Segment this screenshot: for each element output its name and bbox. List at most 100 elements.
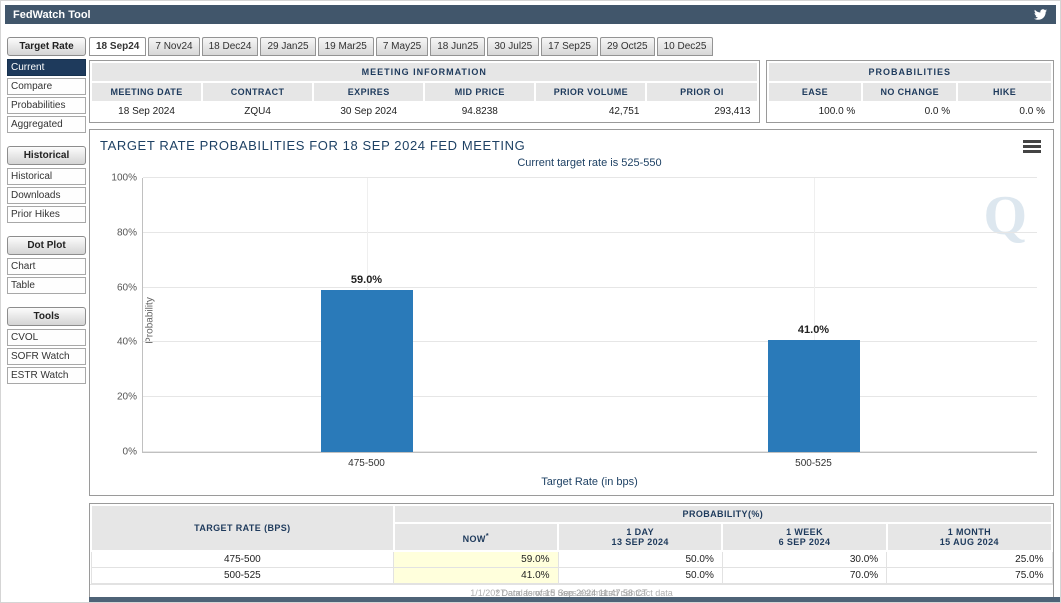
col-header: EASE	[769, 83, 862, 101]
hike-value: 0.0 %	[958, 103, 1051, 120]
meeting-date-tabs: 18 Sep24 7 Nov24 18 Dec24 29 Jan25 19 Ma…	[89, 37, 1054, 56]
twitter-icon[interactable]	[1033, 8, 1048, 21]
probabilities-panel: PROBABILITIES EASE NO CHANGE HIKE 100.0 …	[766, 60, 1055, 123]
meeting-info-headers: MEETING DATE CONTRACT EXPIRES MID PRICE …	[92, 83, 757, 101]
y-tick-label: 20%	[117, 392, 137, 403]
meeting-info-values: 18 Sep 2024 ZQU4 30 Sep 2024 94.8238 42,…	[92, 103, 757, 120]
prior-volume-value: 42,751	[536, 103, 645, 120]
sidebar: Target Rate Current Compare Probabilitie…	[7, 37, 86, 386]
fedwatch-page: FedWatch Tool Target Rate Current Compar…	[0, 0, 1061, 603]
meeting-date-tab[interactable]: 30 Jul25	[487, 37, 539, 56]
contract-value: ZQU4	[203, 103, 312, 120]
chart-title: TARGET RATE PROBABILITIES FOR 18 SEP 202…	[100, 138, 525, 153]
sidebar-item-compare[interactable]: Compare	[7, 78, 86, 95]
col-header: PRIOR VOLUME	[536, 83, 645, 101]
now-cell: 59.0%	[394, 551, 558, 568]
y-tick-label: 100%	[111, 173, 137, 184]
month-cell: 75.0%	[887, 568, 1052, 584]
rate-col-header: TARGET RATE (BPS)	[91, 505, 394, 551]
probabilities-values: 100.0 % 0.0 % 0.0 %	[769, 103, 1052, 120]
col-header: MID PRICE	[425, 83, 534, 101]
sidebar-item-downloads[interactable]: Downloads	[7, 187, 86, 204]
section-tools: Tools	[7, 307, 86, 326]
gridline	[143, 177, 1037, 178]
gridline	[143, 396, 1037, 397]
col-header: MEETING DATE	[92, 83, 201, 101]
meeting-date-tab[interactable]: 18 Jun25	[430, 37, 485, 56]
meeting-info-panel: MEETING INFORMATION MEETING DATE CONTRAC…	[89, 60, 760, 123]
bar-value-label: 41.0%	[798, 324, 829, 336]
y-tick-label: 40%	[117, 337, 137, 348]
sidebar-item-estr-watch[interactable]: ESTR Watch	[7, 367, 86, 384]
quikstrike-watermark-icon: Q	[983, 184, 1027, 248]
bar-value-label: 59.0%	[351, 274, 382, 286]
day-cell: 50.0%	[558, 551, 722, 568]
x-category-label: 475-500	[348, 458, 385, 469]
gridline	[143, 287, 1037, 288]
meeting-date-tab[interactable]: 29 Jan25	[260, 37, 315, 56]
col-header-1day: 1 DAY13 SEP 2024	[558, 523, 722, 551]
meeting-date-tab[interactable]: 19 Mar25	[318, 37, 374, 56]
chart-menu-icon[interactable]	[1023, 140, 1041, 155]
no-change-value: 0.0 %	[863, 103, 956, 120]
day-cell: 50.0%	[558, 568, 722, 584]
meeting-date-tab[interactable]: 17 Sep25	[541, 37, 598, 56]
sidebar-item-chart[interactable]: Chart	[7, 258, 86, 275]
section-dot-plot: Dot Plot	[7, 236, 86, 255]
col-header-1month: 1 MONTH15 AUG 2024	[887, 523, 1052, 551]
bar-500-525[interactable]: 41.0%	[768, 340, 860, 452]
meeting-date-tab[interactable]: 10 Dec25	[657, 37, 714, 56]
meeting-info-title: MEETING INFORMATION	[92, 63, 757, 81]
col-header: HIKE	[958, 83, 1051, 101]
y-tick-label: 80%	[117, 227, 137, 238]
sidebar-item-sofr-watch[interactable]: SOFR Watch	[7, 348, 86, 365]
meeting-date-value: 18 Sep 2024	[92, 103, 201, 120]
app-header: FedWatch Tool	[5, 5, 1056, 24]
sidebar-item-cvol[interactable]: CVOL	[7, 329, 86, 346]
meeting-date-tab[interactable]: 29 Oct25	[600, 37, 655, 56]
main-content: 18 Sep24 7 Nov24 18 Dec24 29 Jan25 19 Ma…	[89, 37, 1054, 603]
meeting-date-tab[interactable]: 7 May25	[376, 37, 428, 56]
meeting-date-tab[interactable]: 18 Sep24	[89, 37, 146, 56]
week-cell: 30.0%	[722, 551, 886, 568]
section-historical: Historical	[7, 146, 86, 165]
sidebar-item-table[interactable]: Table	[7, 277, 86, 294]
expires-value: 30 Sep 2024	[314, 103, 423, 120]
app-title: FedWatch Tool	[13, 9, 91, 21]
section-target-rate: Target Rate	[7, 37, 86, 56]
prior-oi-value: 293,413	[647, 103, 756, 120]
bottom-scrollbar[interactable]	[89, 597, 1060, 602]
mid-price-value: 94.8238	[425, 103, 534, 120]
y-tick-label: 0%	[123, 447, 137, 458]
probability-group-header: PROBABILITY(%)	[394, 505, 1052, 523]
col-header: PRIOR OI	[647, 83, 756, 101]
gridline	[143, 341, 1037, 342]
probabilities-title: PROBABILITIES	[769, 63, 1052, 81]
sidebar-item-current[interactable]: Current	[7, 59, 86, 76]
meeting-date-tab[interactable]: 7 Nov24	[148, 37, 199, 56]
now-cell: 41.0%	[394, 568, 558, 584]
sidebar-item-prior-hikes[interactable]: Prior Hikes	[7, 206, 86, 223]
rate-cell: 475-500	[91, 551, 394, 568]
sidebar-item-historical[interactable]: Historical	[7, 168, 86, 185]
bar-475-500[interactable]: 59.0%	[321, 290, 413, 452]
col-header-now: NOW*	[394, 523, 558, 551]
x-axis-title: Target Rate (in bps)	[142, 476, 1037, 488]
month-cell: 25.0%	[887, 551, 1052, 568]
gridline	[143, 232, 1037, 233]
rate-cell: 500-525	[91, 568, 394, 584]
meeting-date-tab[interactable]: 18 Dec24	[202, 37, 259, 56]
table-row: 500-525 41.0% 50.0% 70.0% 75.0%	[91, 568, 1052, 584]
chart-panel: TARGET RATE PROBABILITIES FOR 18 SEP 202…	[89, 129, 1054, 496]
probabilities-headers: EASE NO CHANGE HIKE	[769, 83, 1052, 101]
gridline	[143, 451, 1037, 452]
sidebar-item-aggregated[interactable]: Aggregated	[7, 116, 86, 133]
y-axis-title: Probability	[145, 286, 156, 356]
table-row: 475-500 59.0% 50.0% 30.0% 25.0%	[91, 551, 1052, 568]
sidebar-item-probabilities[interactable]: Probabilities	[7, 97, 86, 114]
plot-area: Probability Q 0% 20% 40% 60% 80% 100% 59…	[142, 178, 1037, 453]
week-cell: 70.0%	[722, 568, 886, 584]
y-tick-label: 60%	[117, 282, 137, 293]
col-header: CONTRACT	[203, 83, 312, 101]
info-row: MEETING INFORMATION MEETING DATE CONTRAC…	[89, 60, 1054, 123]
